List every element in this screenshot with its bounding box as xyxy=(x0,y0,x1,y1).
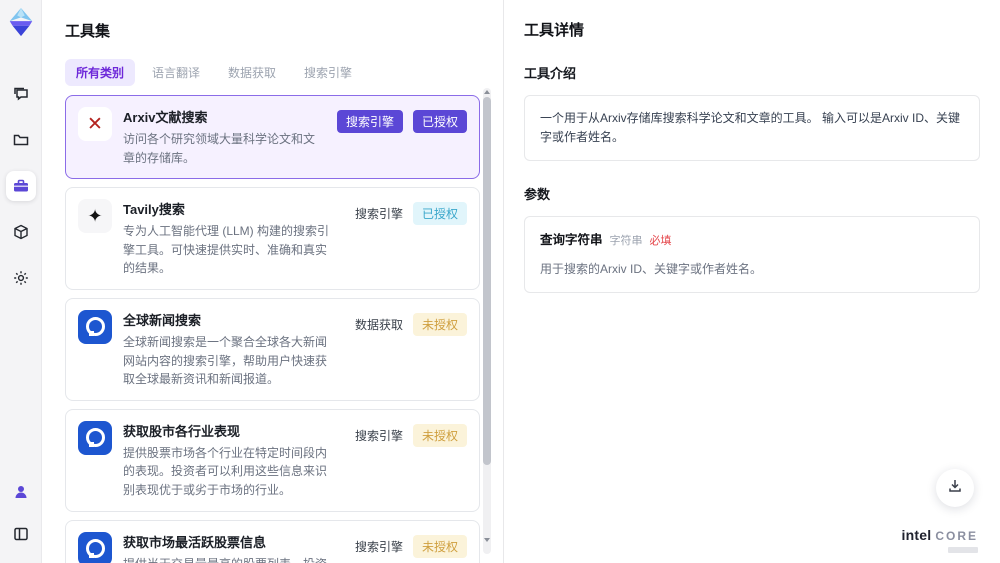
tool-list-panel: 工具集 所有类别语言翻译数据获取搜索引擎 Arxiv文献搜索 访问各个研究领域大… xyxy=(42,0,503,563)
intel-core-logo: intel CORE xyxy=(902,527,978,543)
download-button[interactable] xyxy=(936,469,974,507)
tool-card-main: 全球新闻搜索 全球新闻搜索是一个聚合全球各大新闻网站内容的搜索引擎，帮助用户快速… xyxy=(123,310,344,389)
download-icon xyxy=(946,477,964,500)
brand-core: CORE xyxy=(935,529,978,543)
tool-detail-panel: 工具详情 工具介绍 一个用于从Arxiv存储库搜索科学论文和文章的工具。 输入可… xyxy=(503,0,1000,563)
collapse-panel-icon[interactable] xyxy=(6,519,36,549)
chat-icon[interactable] xyxy=(6,79,36,109)
tool-badges: 搜索引擎 已授权 xyxy=(336,107,467,167)
tool-name: 全球新闻搜索 xyxy=(123,312,202,328)
user-icon[interactable] xyxy=(6,477,36,507)
blue-icon xyxy=(78,531,112,563)
tool-card-main: 获取市场最活跃股票信息 提供当天交易量最高的股票列表，投资者可以利用这些信息来识… xyxy=(123,532,344,563)
tool-card-main: Tavily搜索 专为人工智能代理 (LLM) 构建的搜索引擎工具。可快速提供实… xyxy=(123,199,344,278)
category-badge: 搜索引擎 xyxy=(354,428,403,443)
category-badge: 搜索引擎 xyxy=(354,539,403,554)
tool-badges: 搜索引擎 未授权 xyxy=(355,421,467,500)
cube-icon[interactable] xyxy=(6,217,36,247)
tab-1[interactable]: 语言翻译 xyxy=(141,59,211,86)
intro-heading: 工具介绍 xyxy=(524,66,577,81)
tool-description: 提供股票市场各个行业在特定时间段内的表现。投资者可以利用这些信息来识别表现优于或… xyxy=(123,445,328,497)
tool-badges: 搜索引擎 未授权 xyxy=(355,532,467,563)
blue-icon xyxy=(78,309,112,344)
brand-intel: intel xyxy=(901,527,932,543)
tool-name: 获取股市各行业表现 xyxy=(123,423,241,439)
brand-subline xyxy=(948,547,978,553)
param-type: 字符串 xyxy=(609,235,643,248)
briefcase-icon[interactable] xyxy=(5,171,36,201)
scrollbar-thumb[interactable] xyxy=(483,97,491,465)
auth-status-badge: 已授权 xyxy=(412,202,467,226)
left-rail xyxy=(0,0,42,563)
blue-icon xyxy=(78,420,112,455)
tool-description: 专为人工智能代理 (LLM) 构建的搜索引擎工具。可快速提供实时、准确和真实的结… xyxy=(123,224,330,276)
param-desc: 用于搜索的Arxiv ID、关键字或作者姓名。 xyxy=(540,261,763,276)
param-box: 查询字符串 字符串 必填 用于搜索的Arxiv ID、关键字或作者姓名。 xyxy=(524,216,980,294)
tool-card[interactable]: Tavily搜索 专为人工智能代理 (LLM) 构建的搜索引擎工具。可快速提供实… xyxy=(65,187,480,290)
tavily-icon xyxy=(78,199,112,234)
intro-box: 一个用于从Arxiv存储库搜索科学论文和文章的工具。 输入可以是Arxiv ID… xyxy=(524,95,980,162)
auth-status-badge: 已授权 xyxy=(412,110,467,133)
app-logo-icon xyxy=(6,7,36,37)
params-heading: 参数 xyxy=(524,187,551,203)
category-tabs: 所有类别 语言翻译 数据获取 搜索引擎 xyxy=(65,59,503,86)
tool-name: 获取市场最活跃股票信息 xyxy=(123,534,267,550)
rail-bottom xyxy=(6,477,36,549)
tool-card[interactable]: 全球新闻搜索 全球新闻搜索是一个聚合全球各大新闻网站内容的搜索引擎，帮助用户快速… xyxy=(65,297,480,401)
tool-card[interactable]: Arxiv文献搜索 访问各个研究领域大量科学论文和文章的存储库。 搜索引擎 已授… xyxy=(65,95,480,180)
param-head: 查询字符串 字符串 必填 xyxy=(540,230,964,251)
list-scrollbar[interactable] xyxy=(483,88,491,554)
gear-icon[interactable] xyxy=(6,263,36,293)
tool-description: 访问各个研究领域大量科学论文和文章的存储库。 xyxy=(123,132,316,165)
auth-status-badge: 未授权 xyxy=(412,423,467,447)
auth-status-badge: 未授权 xyxy=(412,534,467,558)
arxiv-icon xyxy=(78,107,112,141)
page-title: 工具集 xyxy=(65,23,111,40)
category-badge: 搜索引擎 xyxy=(336,110,403,133)
param-name: 查询字符串 xyxy=(540,233,603,248)
param-required-badge: 必填 xyxy=(649,235,672,248)
tool-badges: 搜索引擎 已授权 xyxy=(355,199,467,278)
folder-icon[interactable] xyxy=(6,125,36,155)
tool-card-main: Arxiv文献搜索 访问各个研究领域大量科学论文和文章的存储库。 xyxy=(123,107,326,167)
tool-card[interactable]: 获取股市各行业表现 提供股票市场各个行业在特定时间段内的表现。投资者可以利用这些… xyxy=(65,408,480,512)
app-window: 工具集 所有类别语言翻译数据获取搜索引擎 Arxiv文献搜索 访问各个研究领域大… xyxy=(0,0,1000,563)
rail-nav xyxy=(5,79,36,293)
tool-description: 提供当天交易量最高的股票列表，投资者可以利用这些信息来识别流动性强的股票和潜在的… xyxy=(123,555,335,563)
tool-list: Arxiv文献搜索 访问各个研究领域大量科学论文和文章的存储库。 搜索引擎 已授… xyxy=(65,95,480,563)
tool-card-main: 获取股市各行业表现 提供股票市场各个行业在特定时间段内的表现。投资者可以利用这些… xyxy=(123,421,344,500)
detail-title: 工具详情 xyxy=(524,22,585,39)
tab-3[interactable]: 搜索引擎 xyxy=(293,59,363,86)
tool-card[interactable]: 获取市场最活跃股票信息 提供当天交易量最高的股票列表，投资者可以利用这些信息来识… xyxy=(65,519,480,563)
tool-badges: 数据获取 未授权 xyxy=(355,310,467,389)
category-badge: 数据获取 xyxy=(354,317,403,332)
tool-name: Tavily搜索 xyxy=(123,202,185,218)
category-badge: 搜索引擎 xyxy=(354,207,403,222)
tool-description: 全球新闻搜索是一个聚合全球各大新闻网站内容的搜索引擎，帮助用户快速获取全球最新资… xyxy=(123,334,328,387)
tab-0[interactable]: 所有类别 xyxy=(65,59,136,86)
intro-text: 一个用于从Arxiv存储库搜索科学论文和文章的工具。 输入可以是Arxiv ID… xyxy=(540,111,961,145)
tab-2[interactable]: 数据获取 xyxy=(217,59,287,86)
tool-name: Arxiv文献搜索 xyxy=(123,110,208,125)
auth-status-badge: 未授权 xyxy=(412,312,467,336)
